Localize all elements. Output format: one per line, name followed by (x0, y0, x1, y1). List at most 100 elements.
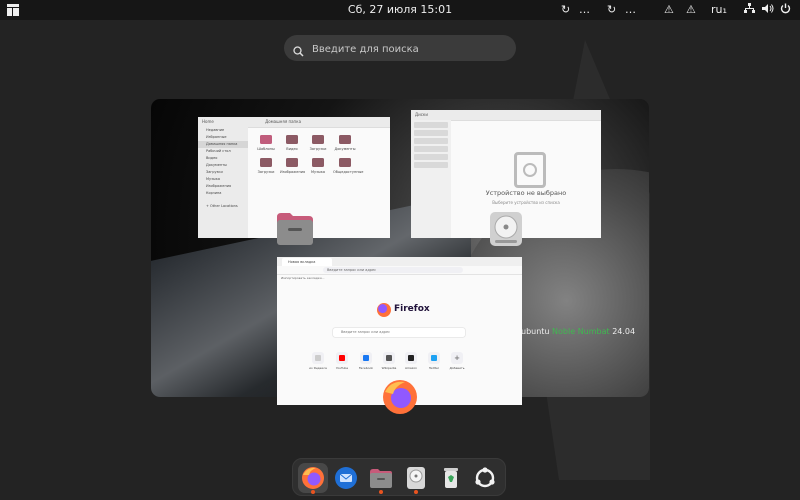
device-item[interactable] (414, 162, 448, 168)
folder-label: Изображения (280, 170, 306, 174)
brand-accent: Noble Numbat (552, 327, 610, 336)
shortcut-facebook[interactable] (360, 352, 372, 364)
dock (292, 458, 506, 496)
shortcut-amazon[interactable] (405, 352, 417, 364)
nav-bar: Введите запрос или адрес (277, 266, 522, 275)
keyboard-layout-indicator[interactable]: ru₁ (711, 3, 727, 16)
firefox-wordmark: Firefox (394, 304, 430, 314)
refresh-icon[interactable]: ↻ (561, 3, 570, 16)
dock-disks[interactable] (401, 463, 431, 494)
folder-label: Общедоступные (333, 170, 364, 174)
sidebar-item[interactable]: Музыка (198, 176, 248, 183)
shortcut-twitter[interactable] (428, 352, 440, 364)
top-bar: Сб, 27 июля 15:01 ↻ … ↻ … ⚠ ⚠ ru₁ (0, 0, 800, 20)
sidebar-item[interactable]: Документы (198, 162, 248, 169)
shortcut-label: Добавить (449, 366, 465, 370)
shortcut-label: Wikipedia (381, 366, 397, 370)
device-item[interactable] (414, 122, 448, 128)
indicator-ellipsis[interactable]: … (625, 3, 636, 16)
shortcut-yandex[interactable] (312, 352, 324, 364)
folder-icon[interactable] (286, 158, 298, 167)
folder-label: Документы (334, 147, 356, 151)
device-item[interactable] (414, 138, 448, 144)
power-icon[interactable] (780, 3, 791, 17)
folder-icon[interactable] (260, 135, 272, 144)
dock-trash[interactable] (436, 463, 466, 493)
sidebar-item[interactable]: Изображения (198, 183, 248, 190)
firefox-icon (302, 467, 324, 489)
volume-icon[interactable] (762, 3, 774, 17)
running-indicator (379, 490, 383, 494)
sidebar-item[interactable]: Видео (198, 155, 248, 162)
bookmarks-bar[interactable]: Импортировать закладки… (277, 275, 522, 281)
folder-label: Загрузки (309, 147, 327, 151)
sidebar-item[interactable]: Домашняя папка (198, 141, 248, 148)
sidebar-item[interactable]: + Other Locations (198, 203, 248, 210)
folder-icon[interactable] (339, 135, 351, 144)
refresh-icon[interactable]: ↻ (607, 3, 616, 16)
dock-files[interactable] (366, 463, 396, 494)
search-bar[interactable] (284, 35, 516, 63)
sidebar-item[interactable]: Загрузки (198, 169, 248, 176)
wallpaper-brand: ubuntu Noble Numbat 24.04 (521, 327, 635, 336)
shortcut-youtube[interactable] (336, 352, 348, 364)
sidebar-item[interactable]: Рабочий стол (198, 148, 248, 155)
disks-app-icon (489, 211, 523, 251)
shortcut-label: Twitter (428, 366, 440, 370)
warning-icon[interactable]: ⚠ (686, 3, 696, 16)
trash-icon (444, 468, 458, 488)
files-title: Home (202, 119, 214, 124)
running-indicator (311, 490, 315, 494)
folder-icon[interactable] (260, 158, 272, 167)
folder-label: Шаблоны (257, 147, 275, 151)
folder-icon (370, 469, 392, 488)
device-item[interactable] (414, 146, 448, 152)
browser-tab[interactable]: Новая вкладка (282, 258, 332, 266)
activities-button[interactable] (7, 4, 19, 16)
files-app-icon (276, 212, 314, 250)
folder-icon[interactable] (286, 135, 298, 144)
empty-state-subtitle: Выберите устройство из списка (492, 200, 560, 205)
add-shortcut-button[interactable]: + (451, 352, 463, 364)
tab-bar: Новая вкладка (277, 257, 522, 266)
indicator-ellipsis[interactable]: … (579, 3, 590, 16)
warning-icon[interactable]: ⚠ (664, 3, 674, 16)
folder-label: Видео (286, 147, 298, 151)
shortcut-label: из Яндекса (309, 366, 327, 370)
thunderbird-icon (335, 467, 357, 489)
shortcut-label: Facebook (358, 366, 374, 370)
url-bar[interactable]: Введите запрос или адрес (323, 267, 463, 273)
shortcut-label: YouTube (335, 366, 349, 370)
folder-label: Загрузки (257, 170, 275, 174)
device-item[interactable] (414, 130, 448, 136)
disk-placeholder-icon (514, 152, 546, 188)
dock-show-apps[interactable] (470, 463, 500, 493)
network-icon[interactable] (744, 3, 755, 17)
shortcut-label: Amazon (404, 366, 418, 370)
brand-version: 24.04 (612, 327, 636, 336)
files-sidebar: Недавние Избранные Домашняя папка Рабочи… (198, 127, 248, 238)
dock-thunderbird[interactable] (331, 463, 361, 493)
folder-icon[interactable] (339, 158, 351, 167)
firefox-search-input[interactable]: Введите запрос или адрес (333, 328, 465, 337)
folder-icon[interactable] (312, 135, 324, 144)
sidebar-item[interactable]: Избранные (198, 134, 248, 141)
sidebar-item[interactable]: Недавние (198, 127, 248, 134)
clock[interactable]: Сб, 27 июля 15:01 (0, 3, 800, 16)
folder-icon[interactable] (312, 158, 324, 167)
brand-prefix: ubuntu (521, 327, 553, 336)
running-indicator (414, 490, 418, 494)
sidebar-item[interactable]: Корзина (198, 190, 248, 197)
search-icon (293, 42, 304, 61)
folder-label: Музыка (311, 170, 325, 174)
shortcut-wikipedia[interactable] (383, 352, 395, 364)
ubuntu-apps-icon (475, 467, 495, 488)
device-item[interactable] (414, 154, 448, 160)
dock-firefox[interactable] (298, 463, 328, 494)
files-path: Домашняя папка (265, 119, 302, 124)
search-input[interactable] (310, 35, 514, 63)
empty-state-title: Устройство не выбрано (485, 189, 567, 197)
disks-device-list (411, 120, 451, 238)
firefox-logo-icon (377, 303, 391, 317)
firefox-app-icon (381, 378, 419, 420)
